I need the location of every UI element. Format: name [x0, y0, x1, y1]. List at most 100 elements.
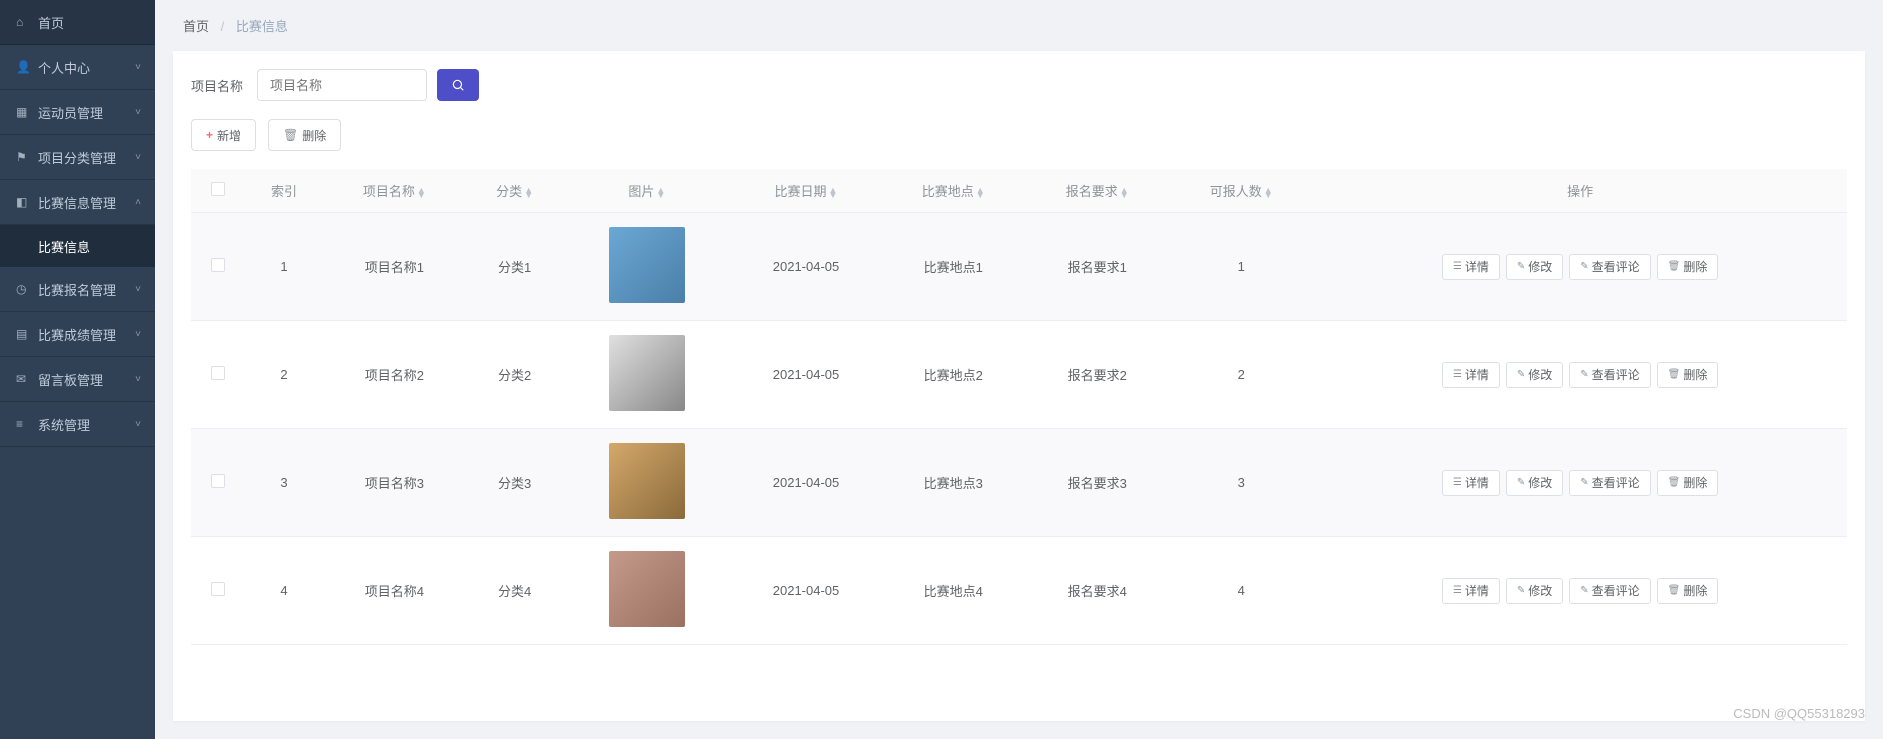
- cell-date: 2021-04-05: [731, 537, 882, 645]
- sort-icon[interactable]: ▲▼: [524, 188, 533, 198]
- sidebar-item-2[interactable]: ▦运动员管理˅: [0, 90, 155, 135]
- row-delete-button[interactable]: 🗑删除: [1657, 470, 1719, 496]
- comments-button[interactable]: ✎查看评论: [1569, 578, 1650, 604]
- cell-image: [563, 429, 731, 537]
- edit-button[interactable]: ✎修改: [1506, 362, 1563, 388]
- col-header[interactable]: 索引: [246, 169, 323, 213]
- edit-icon: ✎: [1517, 261, 1525, 272]
- comments-icon: ✎: [1580, 261, 1588, 272]
- sidebar: ⌂首页👤个人中心˅▦运动员管理˅⚑项目分类管理˅◧比赛信息管理˄比赛信息◷比赛报…: [0, 0, 155, 739]
- cell-category: 分类3: [466, 429, 563, 537]
- sidebar-icon: ≡: [16, 417, 30, 431]
- edit-button[interactable]: ✎修改: [1506, 578, 1563, 604]
- plus-icon: +: [206, 128, 213, 142]
- row-checkbox[interactable]: [211, 258, 225, 272]
- sidebar-icon: 👤: [16, 60, 30, 74]
- col-header[interactable]: 比赛日期▲▼: [731, 169, 882, 213]
- row-checkbox[interactable]: [211, 582, 225, 596]
- comments-icon: ✎: [1580, 585, 1588, 596]
- sort-icon[interactable]: ▲▼: [1120, 188, 1129, 198]
- detail-button[interactable]: ☰详情: [1442, 578, 1500, 604]
- cell-ops: ☰详情 ✎修改 ✎查看评论 🗑删除: [1313, 213, 1847, 321]
- sidebar-item-5[interactable]: ◷比赛报名管理˅: [0, 267, 155, 312]
- table-row: 3 项目名称3 分类3 2021-04-05 比赛地点3 报名要求3 3 ☰详情…: [191, 429, 1847, 537]
- delete-button[interactable]: 🗑删除: [268, 119, 341, 151]
- thumbnail[interactable]: [609, 335, 685, 411]
- sort-icon[interactable]: ▲▼: [976, 188, 985, 198]
- sidebar-item-6[interactable]: ▤比赛成绩管理˅: [0, 312, 155, 357]
- sidebar-item-7[interactable]: ✉留言板管理˅: [0, 357, 155, 402]
- row-checkbox[interactable]: [211, 474, 225, 488]
- row-delete-button[interactable]: 🗑删除: [1657, 362, 1719, 388]
- breadcrumb-home[interactable]: 首页: [183, 19, 209, 34]
- sidebar-item-3[interactable]: ⚑项目分类管理˅: [0, 135, 155, 180]
- sidebar-item-label: 运动员管理: [38, 103, 103, 122]
- cell-capacity: 1: [1169, 213, 1313, 321]
- cell-image: [563, 213, 731, 321]
- col-header: 操作: [1313, 169, 1847, 213]
- chevron-icon: ˅: [135, 107, 141, 118]
- thumbnail[interactable]: [609, 551, 685, 627]
- row-delete-button[interactable]: 🗑删除: [1657, 254, 1719, 280]
- cell-location: 比赛地点2: [881, 321, 1025, 429]
- sidebar-item-8[interactable]: ≡系统管理˅: [0, 402, 155, 447]
- sidebar-item-4[interactable]: ◧比赛信息管理˄: [0, 180, 155, 225]
- main: 首页 / 比赛信息 项目名称 +新增 🗑删除 索引项目名称▲▼分类▲▼图片▲▼比…: [155, 0, 1883, 739]
- thumbnail[interactable]: [609, 227, 685, 303]
- cell-capacity: 3: [1169, 429, 1313, 537]
- edit-button[interactable]: ✎修改: [1506, 470, 1563, 496]
- sidebar-icon: ✉: [16, 372, 30, 386]
- cell-image: [563, 321, 731, 429]
- sidebar-icon: ◷: [16, 282, 30, 296]
- col-header[interactable]: 图片▲▼: [563, 169, 731, 213]
- edit-icon: ✎: [1517, 477, 1525, 488]
- detail-button[interactable]: ☰详情: [1442, 254, 1500, 280]
- cell-capacity: 2: [1169, 321, 1313, 429]
- cell-name: 项目名称1: [322, 213, 466, 321]
- search-button[interactable]: [437, 69, 479, 101]
- sidebar-sub-item[interactable]: 比赛信息: [0, 225, 155, 267]
- detail-button[interactable]: ☰详情: [1442, 362, 1500, 388]
- thumbnail[interactable]: [609, 443, 685, 519]
- edit-button[interactable]: ✎修改: [1506, 254, 1563, 280]
- breadcrumb-sep: /: [221, 19, 225, 34]
- sort-icon[interactable]: ▲▼: [829, 188, 838, 198]
- add-button[interactable]: +新增: [191, 119, 256, 151]
- data-table: 索引项目名称▲▼分类▲▼图片▲▼比赛日期▲▼比赛地点▲▼报名要求▲▼可报人数▲▼…: [191, 169, 1847, 645]
- search-input[interactable]: [257, 69, 427, 101]
- cell-ops: ☰详情 ✎修改 ✎查看评论 🗑删除: [1313, 429, 1847, 537]
- sidebar-item-0[interactable]: ⌂首页: [0, 0, 155, 45]
- sidebar-item-1[interactable]: 👤个人中心˅: [0, 45, 155, 90]
- col-header[interactable]: 项目名称▲▼: [322, 169, 466, 213]
- col-header[interactable]: 可报人数▲▼: [1169, 169, 1313, 213]
- edit-icon: ✎: [1517, 585, 1525, 596]
- row-checkbox[interactable]: [211, 366, 225, 380]
- cell-ops: ☰详情 ✎修改 ✎查看评论 🗑删除: [1313, 321, 1847, 429]
- sidebar-item-label: 系统管理: [38, 415, 90, 434]
- col-header[interactable]: 分类▲▼: [466, 169, 563, 213]
- chevron-icon: ˅: [135, 329, 141, 340]
- trash-icon: 🗑: [1668, 369, 1681, 380]
- comments-button[interactable]: ✎查看评论: [1569, 254, 1650, 280]
- cell-location: 比赛地点3: [881, 429, 1025, 537]
- comments-icon: ✎: [1580, 477, 1588, 488]
- table-row: 1 项目名称1 分类1 2021-04-05 比赛地点1 报名要求1 1 ☰详情…: [191, 213, 1847, 321]
- detail-button[interactable]: ☰详情: [1442, 470, 1500, 496]
- sort-icon[interactable]: ▲▼: [656, 188, 665, 198]
- cell-index: 2: [246, 321, 323, 429]
- col-header[interactable]: 比赛地点▲▼: [881, 169, 1025, 213]
- sort-icon[interactable]: ▲▼: [417, 188, 426, 198]
- select-all-checkbox[interactable]: [211, 182, 225, 196]
- sort-icon[interactable]: ▲▼: [1264, 188, 1273, 198]
- cell-date: 2021-04-05: [731, 321, 882, 429]
- comments-button[interactable]: ✎查看评论: [1569, 362, 1650, 388]
- cell-requirement: 报名要求4: [1025, 537, 1169, 645]
- table-row: 2 项目名称2 分类2 2021-04-05 比赛地点2 报名要求2 2 ☰详情…: [191, 321, 1847, 429]
- chevron-icon: ˄: [135, 197, 141, 208]
- trash-icon: 🗑: [1668, 585, 1681, 596]
- comments-button[interactable]: ✎查看评论: [1569, 470, 1650, 496]
- row-delete-button[interactable]: 🗑删除: [1657, 578, 1719, 604]
- sidebar-icon: ◧: [16, 195, 30, 209]
- chevron-icon: ˅: [135, 152, 141, 163]
- col-header[interactable]: 报名要求▲▼: [1025, 169, 1169, 213]
